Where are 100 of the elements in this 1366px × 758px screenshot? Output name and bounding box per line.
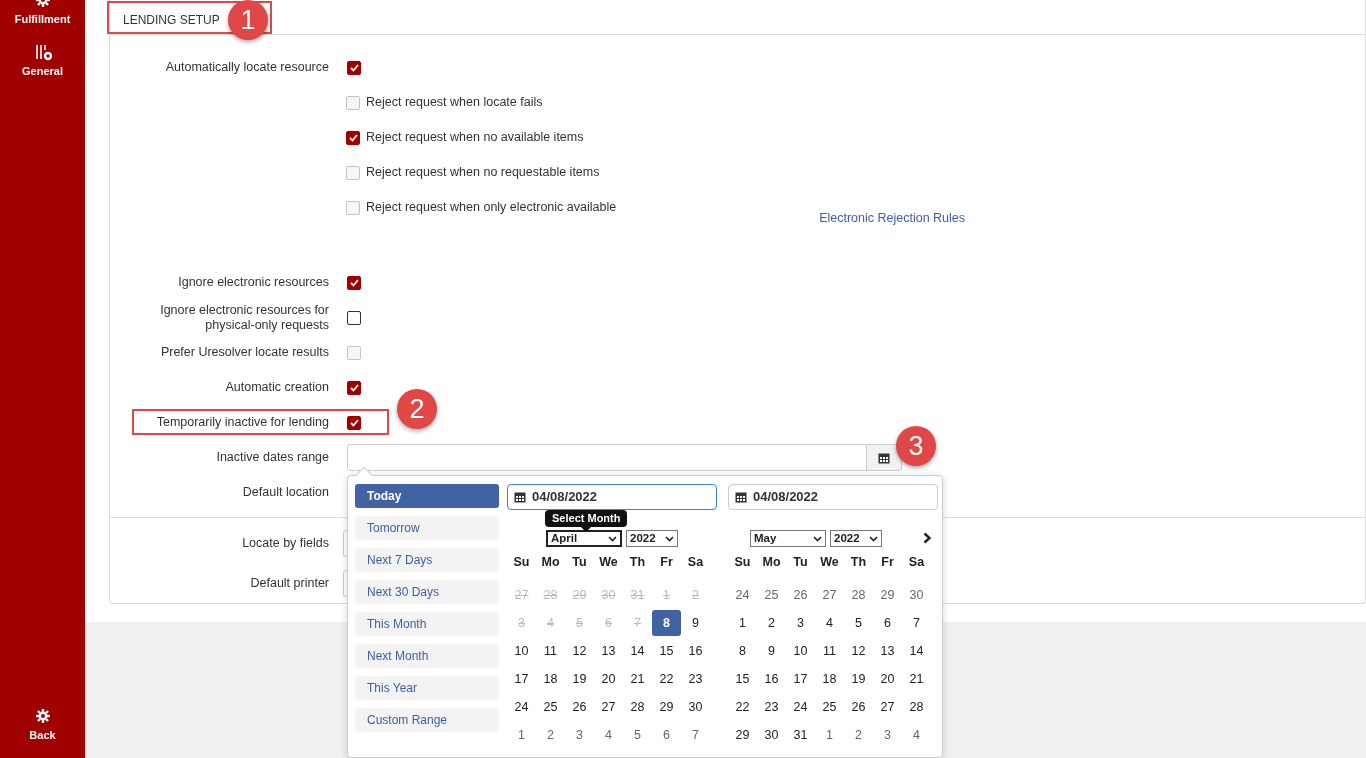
calendar-day[interactable]: 11 (536, 638, 565, 664)
calendar-day[interactable]: 17 (786, 666, 815, 692)
calendar-day[interactable]: 12 (844, 638, 873, 664)
calendar-day[interactable]: 14 (902, 638, 931, 664)
calendar-day[interactable]: 26 (844, 694, 873, 720)
calendar-day[interactable]: 28 (623, 694, 652, 720)
calendar-day[interactable]: 28 (844, 582, 873, 608)
range-option[interactable]: This Month (355, 612, 499, 636)
calendar-day[interactable]: 2 (536, 722, 565, 748)
calendar-day[interactable]: 22 (652, 666, 681, 692)
calendar-day[interactable]: 13 (873, 638, 902, 664)
calendar-day[interactable]: 6 (652, 722, 681, 748)
calendar-day[interactable]: 1 (507, 722, 536, 748)
calendar-day[interactable]: 20 (594, 666, 623, 692)
calendar-day[interactable]: 16 (757, 666, 786, 692)
calendar-day[interactable]: 24 (786, 694, 815, 720)
calendar-day[interactable]: 26 (786, 582, 815, 608)
calendar-day[interactable]: 3 (565, 722, 594, 748)
calendar-day[interactable]: 21 (623, 666, 652, 692)
month-select[interactable]: May (750, 530, 826, 547)
checkbox[interactable] (347, 310, 361, 325)
calendar-day[interactable]: 29 (652, 694, 681, 720)
link[interactable]: Electronic Rejection Rules (819, 209, 966, 228)
calendar-day[interactable]: 25 (757, 582, 786, 608)
calendar-day[interactable]: 23 (681, 666, 710, 692)
year-select[interactable]: 2022 (626, 530, 678, 547)
calendar-day[interactable]: 23 (757, 694, 786, 720)
calendar-day[interactable]: 11 (815, 638, 844, 664)
calendar-day[interactable]: 5 (844, 610, 873, 636)
calendar-day[interactable]: 17 (507, 666, 536, 692)
range-option[interactable]: Next 30 Days (355, 580, 499, 604)
calendar-day[interactable]: 20 (873, 666, 902, 692)
calendar-day[interactable]: 4 (594, 722, 623, 748)
calendar-day[interactable]: 6 (873, 610, 902, 636)
calendar-day[interactable]: 2 (844, 722, 873, 748)
calendar-day[interactable]: 25 (815, 694, 844, 720)
range-option[interactable]: Custom Range (355, 708, 499, 732)
calendar-day[interactable]: 21 (902, 666, 931, 692)
checkbox[interactable] (347, 60, 361, 75)
calendar-day[interactable]: 8 (728, 638, 757, 664)
calendar-day[interactable]: 30 (757, 722, 786, 748)
range-option[interactable]: Next Month (355, 644, 499, 668)
date-field[interactable]: 04/08/2022 (728, 484, 938, 510)
calendar-day[interactable]: 24 (507, 694, 536, 720)
calendar-day[interactable]: 15 (728, 666, 757, 692)
calendar-day[interactable]: 10 (507, 638, 536, 664)
calendar-day[interactable]: 15 (652, 638, 681, 664)
calendar-day[interactable]: 19 (565, 666, 594, 692)
year-select[interactable]: 2022 (830, 530, 882, 547)
calendar-day[interactable]: 3 (786, 610, 815, 636)
calendar-day[interactable]: 9 (757, 638, 786, 664)
date-field[interactable]: 04/08/2022 (507, 484, 717, 510)
next-icon[interactable] (923, 532, 932, 544)
field-label: Automatic creation (224, 380, 329, 395)
calendar-day[interactable]: 26 (565, 694, 594, 720)
calendar-day[interactable]: 22 (728, 694, 757, 720)
calendar-day[interactable]: 9 (681, 610, 710, 636)
calendar-day[interactable]: 29 (728, 722, 757, 748)
calendar-day[interactable]: 3 (873, 722, 902, 748)
calendar-day[interactable]: 30 (902, 582, 931, 608)
calendar-day[interactable]: 29 (873, 582, 902, 608)
calendar-day[interactable]: 19 (844, 666, 873, 692)
calendar-day[interactable]: 25 (536, 694, 565, 720)
checkbox[interactable] (347, 275, 361, 290)
calendar-day[interactable]: 27 (815, 582, 844, 608)
checkbox[interactable] (347, 380, 361, 395)
calendar-day[interactable]: 7 (681, 722, 710, 748)
calendar-day[interactable]: 14 (623, 638, 652, 664)
calendar-day[interactable]: 27 (873, 694, 902, 720)
calendar-day[interactable]: 2 (757, 610, 786, 636)
calendar-day[interactable]: 1 (728, 610, 757, 636)
calendar-day[interactable]: 16 (681, 638, 710, 664)
range-option[interactable]: This Year (355, 676, 499, 700)
sidebar-item[interactable]: Fulfillment (0, 0, 85, 28)
range-option[interactable]: Today (355, 484, 499, 508)
checkbox[interactable] (346, 130, 360, 145)
calendar-day[interactable]: 5 (623, 722, 652, 748)
sidebar-item[interactable]: General (0, 43, 85, 79)
calendar-day[interactable]: 27 (594, 694, 623, 720)
calendar-day[interactable]: 7 (902, 610, 931, 636)
calendar-day[interactable]: 30 (681, 694, 710, 720)
calendar-day[interactable]: 8 (652, 610, 681, 636)
checkbox[interactable] (347, 415, 361, 430)
back-button[interactable]: Back (0, 706, 85, 743)
range-option[interactable]: Next 7 Days (355, 548, 499, 572)
calendar-button[interactable] (867, 444, 902, 471)
calendar-day[interactable]: 4 (815, 610, 844, 636)
calendar-day[interactable]: 24 (728, 582, 757, 608)
calendar-day[interactable]: 12 (565, 638, 594, 664)
month-select[interactable]: April (546, 530, 622, 547)
calendar-day[interactable]: 18 (815, 666, 844, 692)
calendar-day[interactable]: 4 (902, 722, 931, 748)
calendar-day[interactable]: 1 (815, 722, 844, 748)
calendar-day[interactable]: 31 (786, 722, 815, 748)
calendar-day[interactable]: 18 (536, 666, 565, 692)
calendar-day[interactable]: 28 (902, 694, 931, 720)
calendar-day[interactable]: 13 (594, 638, 623, 664)
date-range-field[interactable] (347, 444, 867, 471)
calendar-day[interactable]: 10 (786, 638, 815, 664)
range-option[interactable]: Tomorrow (355, 516, 499, 540)
